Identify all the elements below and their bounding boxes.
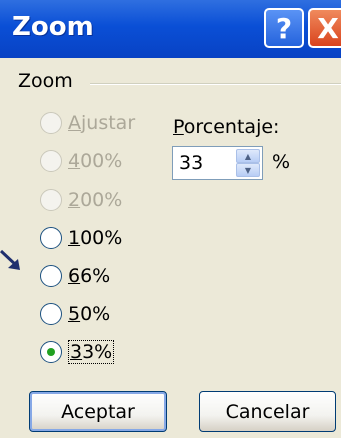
percentage-spinbox[interactable]: 33 ▲ ▼ (172, 146, 263, 180)
radio-33[interactable]: 33% (40, 337, 115, 367)
radio-circle (40, 265, 62, 287)
radio-label: Ajustar (68, 112, 136, 134)
radio-66[interactable]: 66% (40, 261, 110, 291)
radio-label: 100% (68, 227, 123, 249)
window-title: Zoom (12, 12, 94, 42)
radio-50[interactable]: 50% (40, 299, 110, 329)
percentage-input[interactable]: 33 (179, 152, 203, 174)
spin-up-button[interactable]: ▲ (236, 149, 260, 163)
radio-label: 400% (68, 150, 123, 172)
ok-button[interactable]: Aceptar (29, 391, 167, 432)
radio-circle (40, 227, 62, 249)
radio-circle (40, 150, 62, 172)
radio-label: 50% (68, 303, 111, 325)
spin-down-button[interactable]: ▼ (236, 163, 260, 177)
dialog-body: Zoom Ajustar 400% 200% 100% 66% 50% 33% … (0, 58, 341, 438)
caret-up-icon: ▲ (244, 151, 252, 161)
radio-circle (40, 341, 62, 363)
help-icon: ? (275, 11, 293, 45)
radio-label: 200% (68, 189, 123, 211)
group-divider (90, 83, 341, 85)
group-label: Zoom (18, 70, 73, 92)
cancel-button[interactable]: Cancelar (199, 391, 336, 432)
radio-selected-dot (47, 348, 55, 356)
caret-down-icon: ▼ (244, 165, 252, 175)
title-bar: Zoom ? X (0, 0, 341, 58)
close-icon: X (317, 11, 339, 45)
radio-ajustar[interactable]: Ajustar (40, 108, 135, 138)
radio-100[interactable]: 100% (40, 223, 122, 253)
radio-circle (40, 189, 62, 211)
radio-400[interactable]: 400% (40, 146, 122, 176)
help-button[interactable]: ? (264, 8, 304, 48)
radio-200[interactable]: 200% (40, 185, 122, 215)
close-button[interactable]: X (308, 8, 341, 48)
pointer-arrow-icon (0, 249, 20, 270)
radio-circle (40, 112, 62, 134)
radio-label: 66% (68, 265, 111, 287)
radio-circle (40, 303, 62, 325)
percent-unit: % (272, 151, 291, 173)
percentage-label: Porcentaje: (173, 116, 280, 138)
radio-label: 33% (68, 340, 115, 364)
